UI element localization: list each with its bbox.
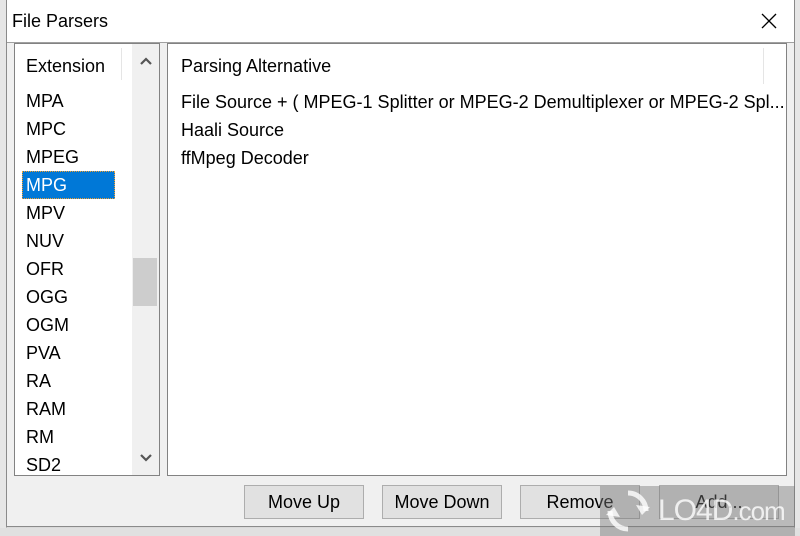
extension-column-header[interactable]: Extension bbox=[15, 44, 127, 86]
remove-button[interactable]: Remove bbox=[520, 485, 640, 519]
extension-item[interactable]: SD2 bbox=[15, 451, 130, 475]
extension-item[interactable]: RA bbox=[15, 367, 130, 395]
parser-item[interactable]: File Source + ( MPEG-1 Splitter or MPEG-… bbox=[181, 88, 785, 116]
extension-item[interactable]: OGG bbox=[15, 283, 130, 311]
extension-item[interactable]: RM bbox=[15, 423, 130, 451]
scroll-thumb[interactable] bbox=[133, 258, 157, 306]
parser-item[interactable]: Haali Source bbox=[181, 116, 785, 144]
parser-items: File Source + ( MPEG-1 Splitter or MPEG-… bbox=[181, 88, 785, 172]
parsing-header-label: Parsing Alternative bbox=[181, 56, 332, 76]
dialog-title: File Parsers bbox=[12, 11, 109, 31]
parser-item[interactable]: ffMpeg Decoder bbox=[181, 144, 785, 172]
move-down-button[interactable]: Move Down bbox=[382, 485, 502, 519]
column-divider[interactable] bbox=[763, 48, 764, 84]
extension-scrollbar[interactable] bbox=[132, 44, 159, 475]
scroll-up-button[interactable] bbox=[132, 48, 159, 74]
chevron-up-icon bbox=[139, 57, 152, 65]
add-button[interactable]: Add... bbox=[659, 485, 779, 519]
extension-item[interactable]: MPC bbox=[15, 115, 130, 143]
extension-items: MPA MPC MPEG MPG MPV NUV OFR OGG OGM PVA RA RAM RM SD… bbox=[15, 87, 130, 475]
chevron-down-icon bbox=[139, 454, 152, 462]
close-button[interactable] bbox=[754, 6, 784, 36]
extension-item[interactable]: MPEG bbox=[15, 143, 130, 171]
extension-list[interactable]: Extension MPA MPC MPEG MPG MPV NUV OFR OGG OGM PV… bbox=[14, 43, 160, 476]
extension-item[interactable]: OFR bbox=[15, 255, 130, 283]
scroll-down-button[interactable] bbox=[132, 445, 159, 471]
close-icon bbox=[761, 13, 777, 29]
extension-item[interactable]: PVA bbox=[15, 339, 130, 367]
background-window-bottom bbox=[0, 528, 800, 536]
title-bar: File Parsers bbox=[7, 0, 794, 43]
move-up-button[interactable]: Move Up bbox=[244, 485, 364, 519]
extension-item[interactable]: MPA bbox=[15, 87, 130, 115]
extension-item[interactable]: RAM bbox=[15, 395, 130, 423]
file-parsers-dialog: File Parsers Extension MPA MPC MPEG MPG MPV N… bbox=[6, 0, 795, 527]
parsing-column-header[interactable]: Parsing Alternative bbox=[168, 44, 786, 86]
column-divider[interactable] bbox=[121, 48, 122, 80]
extension-item[interactable]: MPG bbox=[22, 171, 115, 199]
extension-item[interactable]: OGM bbox=[15, 311, 130, 339]
extension-item[interactable]: NUV bbox=[15, 227, 130, 255]
parsing-alternative-list[interactable]: Parsing Alternative File Source + ( MPEG… bbox=[167, 43, 787, 476]
extension-item[interactable]: MPV bbox=[15, 199, 130, 227]
extension-header-label: Extension bbox=[26, 56, 106, 76]
